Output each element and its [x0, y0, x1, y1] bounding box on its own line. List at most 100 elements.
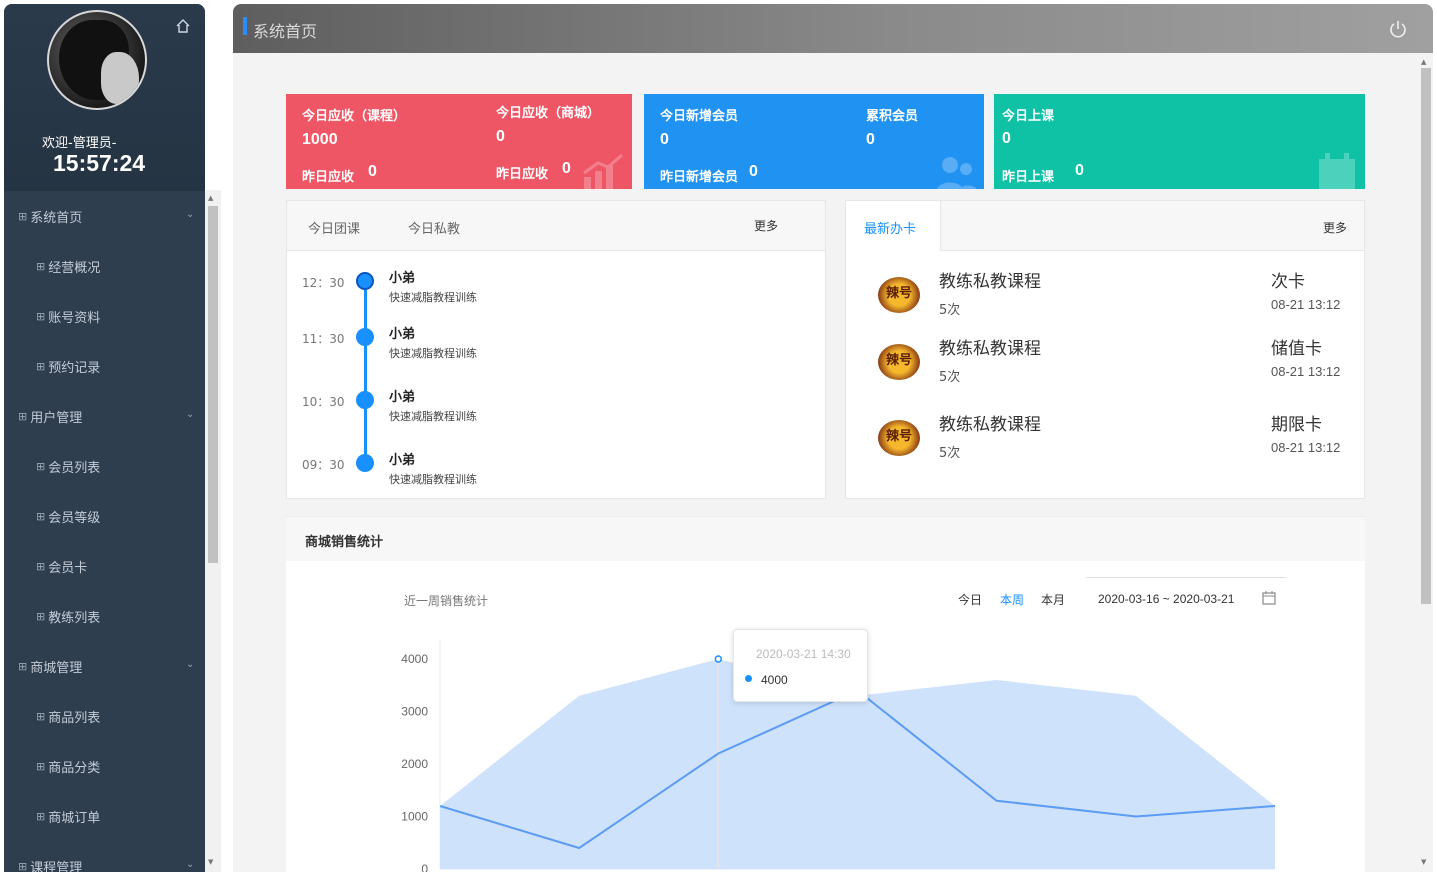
sidebar-item[interactable]: ⊞ 商城订单: [4, 791, 205, 841]
recent-cards-panel: 最新办卡 更多 辣号 教练私教课程 5次 次卡 08-21 13:12 辣号 教练私教课程 5…: [845, 200, 1365, 499]
timeline-dot: [356, 272, 374, 290]
course-name: 快速减脂教程训练: [389, 410, 477, 423]
sidebar-item-label: 会员卡: [48, 560, 88, 576]
sidebar-item[interactable]: ⊞ 系统首页 ⌄: [4, 191, 205, 241]
class-time: 11：30: [302, 332, 345, 346]
tooltip-time: 2020-03-21 14:30: [756, 647, 851, 661]
card-members[interactable]: 今日新增会员 0 累积会员 0 昨日新增会员 0: [644, 94, 984, 189]
course-name: 快速减脂教程训练: [389, 291, 477, 304]
coach-name: 小弟: [389, 390, 416, 405]
grid-icon: ⊞: [18, 209, 28, 223]
card-count: 5次: [939, 303, 961, 318]
card-value: 1000: [302, 131, 338, 148]
chevron-down-icon: ⌄: [186, 859, 195, 870]
scroll-down-arrow[interactable]: ▼: [1421, 858, 1426, 866]
course-name: 快速减脂教程训练: [389, 473, 477, 486]
chevron-down-icon: ⌄: [186, 659, 195, 670]
sidebar-item-label: 课程管理: [30, 860, 83, 873]
recent-card-row[interactable]: 辣号 教练私教课程 5次 期限卡 08-21 13:12: [846, 201, 1366, 461]
sidebar-nav: ⊞ 系统首页 ⌄ ⊞ 经营概况 ⊞ 账号资料 ⊞ 预约记录 ⊞ 用户管理 ⌄ ⊞ 会员列表 ⊞ 会员等级 ⊞ 会员…: [4, 191, 205, 872]
grid-icon: ⊞: [36, 509, 46, 523]
main-content: 今日应收（课程） 1000 今日应收（商城） 0 昨日应收 0 昨日应收 0 今…: [233, 53, 1433, 872]
sidebar-item[interactable]: ⊞ 商品分类: [4, 741, 205, 791]
sidebar-item[interactable]: ⊞ 商城管理 ⌄: [4, 641, 205, 691]
card-type: 期限卡: [1271, 415, 1322, 435]
home-icon[interactable]: [175, 18, 191, 34]
grid-icon: ⊞: [36, 759, 46, 773]
sidebar-item[interactable]: ⊞ 预约记录: [4, 341, 205, 391]
main-scroll-thumb[interactable]: [1421, 68, 1431, 604]
welcome-text: 欢迎-管理员-: [42, 136, 117, 151]
sidebar-scroll-thumb[interactable]: [208, 206, 218, 563]
sales-stats-title: 商城销售统计: [305, 535, 384, 550]
card-count: 5次: [939, 370, 961, 385]
sidebar-item[interactable]: ⊞ 会员卡: [4, 541, 205, 591]
tab-group-class[interactable]: 今日团课: [308, 218, 360, 237]
card-receivable[interactable]: 今日应收（课程） 1000 今日应收（商城） 0 昨日应收 0 昨日应收 0: [286, 94, 632, 189]
users-icon: [937, 157, 977, 189]
y-tick-label: 0: [421, 862, 428, 872]
sidebar-item-label: 商城管理: [30, 660, 83, 676]
sidebar-item[interactable]: ⊞ 教练列表: [4, 591, 205, 641]
classes-more-link[interactable]: 更多: [754, 217, 778, 234]
sidebar-item-label: 预约记录: [48, 360, 101, 376]
card-label: 昨日应收: [302, 170, 355, 185]
card-time: 08-21 13:12: [1271, 364, 1341, 379]
sales-chart: 0100020003000400007-01周六07-02周日07-03周一07…: [401, 639, 1276, 872]
card-value: 0: [660, 131, 669, 148]
grid-icon: ⊞: [36, 559, 46, 573]
title-accent: [243, 17, 247, 35]
card-course-title: 教练私教课程: [939, 415, 1041, 435]
card-value: 0: [368, 163, 377, 180]
timeline-dot: [356, 454, 374, 472]
today-classes-panel: 今日团课 今日私教 更多 12：30 小弟 快速减脂教程训练 11：30 小弟 快速减脂教…: [286, 200, 826, 499]
card-value: 0: [1075, 162, 1084, 179]
sidebar-item[interactable]: ⊞ 商品列表: [4, 691, 205, 741]
card-label: 今日应收（商城）: [496, 106, 601, 121]
class-time: 09：30: [302, 458, 345, 472]
y-tick-label: 3000: [401, 705, 428, 719]
timeline-dot: [356, 328, 374, 346]
grid-icon: ⊞: [36, 609, 46, 623]
tooltip-value: 4000: [761, 673, 788, 687]
sidebar-item[interactable]: ⊞ 会员列表: [4, 441, 205, 491]
sidebar-item[interactable]: ⊞ 用户管理 ⌄: [4, 391, 205, 441]
sidebar-item-label: 教练列表: [48, 610, 101, 626]
y-tick-label: 4000: [401, 652, 428, 666]
sidebar-item[interactable]: ⊞ 会员等级: [4, 491, 205, 541]
grid-icon: ⊞: [18, 409, 28, 423]
card-label: 累积会员: [866, 109, 919, 124]
sidebar-item[interactable]: ⊞ 经营概况: [4, 241, 205, 291]
card-course-title: 教练私教课程: [939, 272, 1041, 292]
sidebar-scrollbar[interactable]: ▲ ▼: [205, 190, 221, 872]
power-icon[interactable]: [1388, 19, 1408, 39]
grid-icon: ⊞: [36, 809, 46, 823]
sales-stats-body: 近一周销售统计 今日 本周 本月 2020-03-16 ~ 2020-03-21…: [286, 561, 1365, 872]
brand-logo: 辣号: [878, 420, 920, 456]
chevron-down-icon: ⌄: [186, 409, 195, 420]
sidebar-item[interactable]: ⊞ 账号资料: [4, 291, 205, 341]
sidebar-item-label: 商品分类: [48, 760, 101, 776]
class-time: 10：30: [302, 395, 345, 409]
card-label: 昨日应收: [496, 167, 549, 182]
sidebar-item[interactable]: ⊞ 课程管理 ⌄: [4, 841, 205, 872]
card-label: 今日上课: [1002, 109, 1055, 124]
card-value: 0: [866, 131, 875, 148]
sidebar-item-label: 会员等级: [48, 510, 101, 526]
highlight-point: [714, 655, 723, 663]
card-classes[interactable]: 今日上课 0 昨日上课 0: [994, 94, 1365, 189]
grid-icon: ⊞: [18, 659, 28, 673]
sidebar-item-label: 账号资料: [48, 310, 101, 326]
clock: 15:57:24: [53, 150, 146, 176]
card-count: 5次: [939, 446, 961, 461]
scroll-up-arrow[interactable]: ▲: [208, 194, 213, 202]
card-type: 次卡: [1271, 272, 1305, 292]
main-scrollbar[interactable]: ▲ ▼: [1418, 56, 1433, 872]
tab-private-class[interactable]: 今日私教: [408, 218, 460, 237]
sales-stats-header: 商城销售统计: [286, 516, 1365, 561]
scroll-up-arrow[interactable]: ▲: [1421, 58, 1426, 66]
card-label: 昨日新增会员: [660, 170, 739, 185]
card-value: 0: [562, 160, 571, 177]
scroll-down-arrow[interactable]: ▼: [208, 858, 213, 866]
card-label: 今日新增会员: [660, 109, 739, 124]
